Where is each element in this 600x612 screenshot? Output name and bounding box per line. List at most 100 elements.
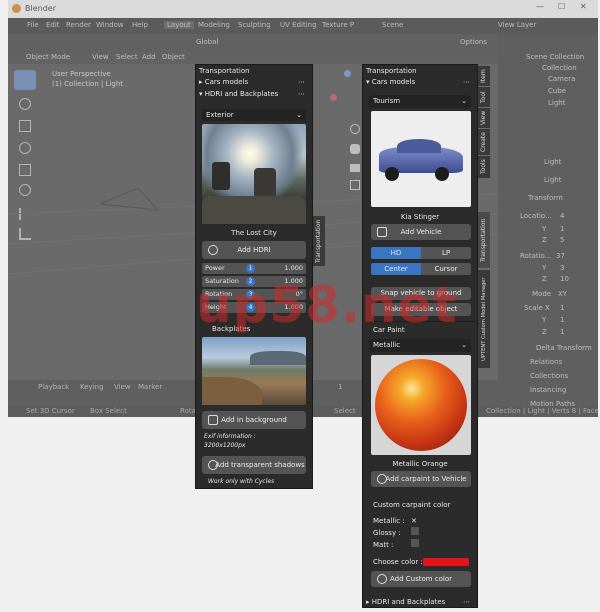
- drag-handle-icon[interactable]: ⋯: [298, 88, 305, 100]
- add-shadows-button[interactable]: Add transparent shadows: [202, 456, 306, 474]
- tab-tools[interactable]: Tools: [478, 156, 490, 178]
- perspective-toggle-icon[interactable]: [350, 180, 360, 190]
- menu-render[interactable]: Render: [66, 21, 91, 29]
- add-background-button[interactable]: Add in background: [202, 411, 306, 429]
- tab-transportation-right[interactable]: Transportation: [478, 212, 490, 268]
- matt-checkbox[interactable]: [410, 539, 419, 547]
- add-custom-color-label: Add Custom color: [389, 575, 453, 583]
- outliner-item[interactable]: Camera: [548, 75, 575, 83]
- menu-help[interactable]: Help: [132, 21, 148, 29]
- backplate-preview-image[interactable]: [202, 337, 306, 405]
- scale-y[interactable]: 1: [560, 316, 564, 324]
- tab-item[interactable]: Item: [478, 66, 490, 86]
- timeline-view[interactable]: View: [114, 383, 131, 391]
- menu-edit[interactable]: Edit: [46, 21, 60, 29]
- tab-sculpting[interactable]: Sculpting: [238, 21, 271, 29]
- tab-view[interactable]: View: [478, 108, 490, 128]
- maximize-button[interactable]: ☐: [558, 2, 565, 11]
- location-y[interactable]: 1: [560, 225, 564, 233]
- metallic-checkbox[interactable]: ✕: [409, 517, 418, 525]
- scale-z[interactable]: 1: [560, 328, 564, 336]
- pan-hand-icon[interactable]: [350, 144, 360, 154]
- current-frame[interactable]: 1: [338, 383, 342, 391]
- lp-option[interactable]: LP: [421, 247, 471, 259]
- center-option[interactable]: Center: [371, 263, 421, 275]
- view-layer-selector[interactable]: View Layer: [498, 21, 536, 29]
- cursor-option[interactable]: Cursor: [421, 263, 471, 275]
- instancing-section[interactable]: Instancing: [530, 386, 566, 394]
- tab-layout[interactable]: Layout: [164, 21, 194, 29]
- cars-models-section[interactable]: ▾ Cars models ⋯: [366, 76, 474, 88]
- outliner-item[interactable]: Light: [548, 99, 565, 107]
- camera-view-icon[interactable]: [350, 164, 360, 172]
- rotation-x[interactable]: 37: [556, 252, 565, 260]
- add-carpaint-button[interactable]: Add carpaint to Vehicle: [371, 471, 471, 487]
- tab-transportation-left[interactable]: Transportation: [313, 216, 325, 266]
- timeline-marker[interactable]: Marker: [138, 383, 162, 391]
- menu-file[interactable]: File: [27, 21, 39, 29]
- rotation-y-label: Y: [542, 264, 547, 272]
- hdri-section[interactable]: ▸ HDRI and Backplates ⋯: [366, 596, 474, 608]
- metallic-check-row: Metallic : ✕: [373, 515, 418, 527]
- timeline-playback[interactable]: Playback: [38, 383, 69, 391]
- transform-section[interactable]: Transform: [528, 194, 563, 202]
- object-name-field[interactable]: Light: [544, 176, 561, 184]
- drag-handle-icon[interactable]: ⋯: [298, 76, 305, 88]
- hdri-preview-image[interactable]: [202, 124, 306, 224]
- scene-selector[interactable]: Scene: [382, 21, 403, 29]
- relations-section[interactable]: Relations: [530, 358, 562, 366]
- tab-texture-paint[interactable]: Texture P: [322, 21, 354, 29]
- delta-transform-section[interactable]: Delta Transform: [536, 344, 592, 352]
- transform-orientation[interactable]: Global: [196, 38, 218, 46]
- exif-size: 3200x1200px: [204, 442, 246, 449]
- hdri-dropdown[interactable]: Exterior ⌄: [202, 109, 306, 121]
- scale-x[interactable]: 1: [560, 304, 564, 312]
- power-slider[interactable]: Power 1 1.000: [202, 263, 306, 274]
- rotation-z[interactable]: 10: [560, 275, 569, 283]
- vehicle-preview-image[interactable]: [371, 111, 471, 207]
- minimize-button[interactable]: —: [536, 2, 544, 11]
- glossy-checkbox[interactable]: [410, 527, 419, 535]
- viewport-menu-select[interactable]: Select: [116, 53, 138, 61]
- rotation-mode[interactable]: XY: [558, 290, 567, 298]
- choose-color-label: Choose color :: [373, 558, 423, 566]
- height-slider[interactable]: Height 4 1.000: [202, 302, 306, 313]
- location-z[interactable]: 5: [560, 236, 564, 244]
- close-button[interactable]: ✕: [580, 2, 587, 11]
- menu-window[interactable]: Window: [96, 21, 124, 29]
- paint-type-dropdown[interactable]: Metallic ⌄: [369, 339, 471, 352]
- tab-tool[interactable]: Tool: [478, 87, 490, 107]
- viewport-menu-view[interactable]: View: [92, 53, 109, 61]
- outliner-item[interactable]: Cube: [548, 87, 566, 95]
- timeline-keying[interactable]: Keying: [80, 383, 104, 391]
- rotation-y[interactable]: 3: [560, 264, 564, 272]
- outliner-item[interactable]: Collection: [542, 64, 577, 72]
- hd-option[interactable]: HD: [371, 247, 421, 259]
- collections-section[interactable]: Collections: [530, 372, 568, 380]
- location-x[interactable]: 4: [560, 212, 564, 220]
- options-menu[interactable]: Options: [460, 38, 487, 46]
- viewport-menu-add[interactable]: Add: [142, 53, 156, 61]
- slider-label: Height: [205, 303, 227, 311]
- hdri-section[interactable]: ▾ HDRI and Backplates ⋯: [199, 88, 309, 100]
- make-editable-button[interactable]: Make editable object: [371, 303, 471, 316]
- tab-modeling[interactable]: Modeling: [198, 21, 230, 29]
- snap-ground-button[interactable]: Snap vehicle to ground: [371, 287, 471, 300]
- drag-handle-icon[interactable]: ⋯: [463, 596, 470, 608]
- saturation-slider[interactable]: Saturation 2 1.000: [202, 276, 306, 287]
- add-hdri-button[interactable]: Add HDRI: [202, 241, 306, 259]
- zoom-icon[interactable]: [350, 124, 360, 134]
- rotation-slider[interactable]: Rotation 3 0°: [202, 289, 306, 300]
- tab-uptent-model-manager[interactable]: UPTENT Custom Model Manager: [478, 270, 490, 368]
- drag-handle-icon[interactable]: ⋯: [463, 76, 470, 88]
- color-swatch[interactable]: [423, 558, 469, 566]
- vehicle-dropdown[interactable]: Tourism ⌄: [369, 95, 471, 108]
- tab-create[interactable]: Create: [478, 129, 490, 155]
- paint-preview-image[interactable]: [371, 355, 471, 455]
- add-custom-color-button[interactable]: Add Custom color: [371, 571, 471, 587]
- viewport-menu-object[interactable]: Object: [162, 53, 185, 61]
- tab-uv-editing[interactable]: UV Editing: [280, 21, 317, 29]
- cars-models-section[interactable]: ▸ Cars models ⋯: [199, 76, 309, 88]
- object-mode-selector[interactable]: Object Mode: [26, 53, 70, 61]
- add-vehicle-button[interactable]: Add Vehicle: [371, 224, 471, 240]
